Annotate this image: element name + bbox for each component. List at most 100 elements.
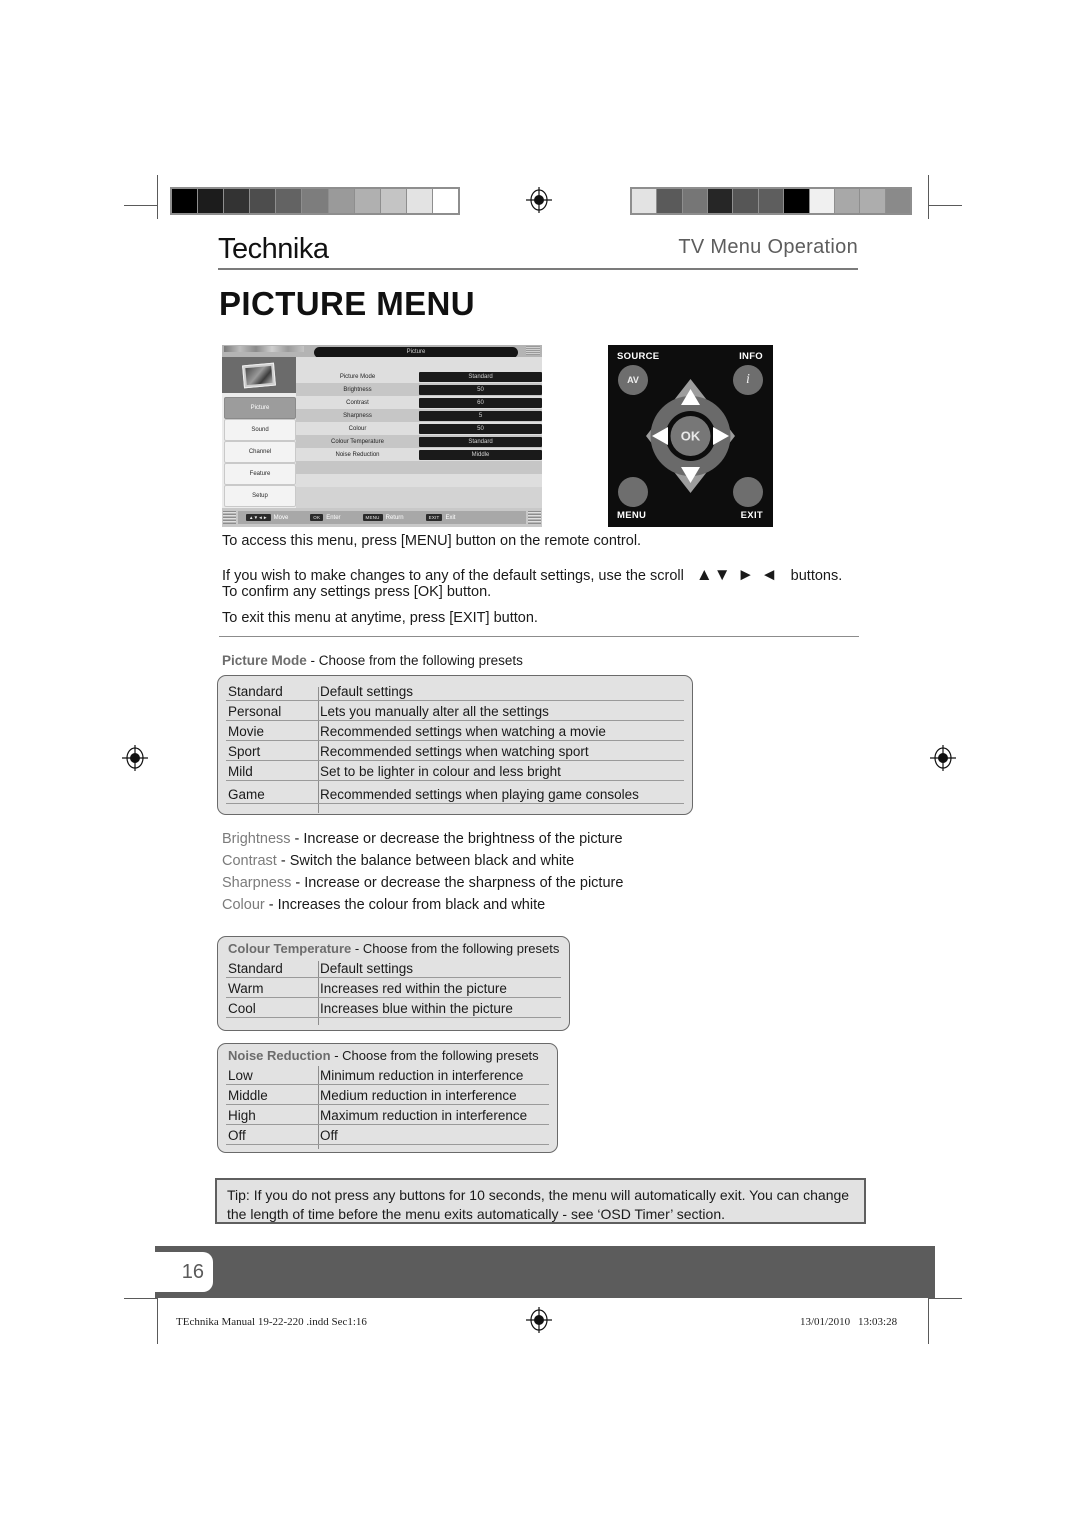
table-cell-name: Game [228, 786, 265, 802]
definition-sharpness: Sharpness - Increase or decrease the sha… [222, 875, 623, 891]
osd-hint-row: ▲▼◄► Move OK Enter MENU Return EXIT Exit [238, 511, 526, 524]
definition-term: Contrast [222, 853, 277, 869]
calibration-swatch-1 [198, 189, 224, 213]
osd-hint-return: MENU Return [362, 514, 404, 521]
table-row: Off Off [218, 1125, 557, 1145]
registration-mark-left [122, 745, 148, 771]
definition-term: Sharpness [222, 875, 292, 891]
osd-top-bar: Picture [222, 345, 542, 358]
tv-osd-screenshot: Picture Picture Sound Channel Feature Se… [222, 345, 542, 527]
osd-setting-row[interactable]: Picture Mode Standard [296, 370, 542, 383]
calibration-swatch-4 [733, 189, 758, 213]
osd-hint-label: Return [385, 514, 404, 521]
footer-filename: TEchnika Manual 19-22-220 .indd Sec1:16 [176, 1316, 367, 1328]
calibration-swatch-8 [834, 189, 860, 213]
osd-setting-label: Sharpness [343, 412, 372, 419]
noise-reduction-caption: Noise Reduction - Choose from the follow… [218, 1044, 557, 1065]
definition-desc: - Increases the colour from black and wh… [264, 897, 546, 913]
osd-hint-enter: OK Enter [310, 514, 341, 521]
osd-setting-row[interactable]: Sharpness 5 [296, 409, 542, 422]
osd-picture-thumbnail [222, 357, 296, 393]
osd-settings-list: Picture Mode Standard Brightness 50 Cont… [296, 357, 542, 508]
osd-sidebar-item-channel[interactable]: Channel [224, 441, 296, 463]
table-cell-desc: Maximum reduction in interference [320, 1107, 528, 1123]
osd-row-spacer [296, 357, 542, 370]
osd-sidebar-item-feature[interactable]: Feature [224, 463, 296, 485]
osd-sidebar-item-setup[interactable]: Setup [224, 485, 296, 507]
definition-brightness: Brightness - Increase or decrease the br… [222, 831, 623, 847]
definition-term: Colour [222, 897, 265, 913]
calibration-swatch-2 [682, 189, 708, 213]
exit-key-icon: EXIT [425, 514, 443, 521]
osd-setting-value[interactable]: Standard [419, 436, 542, 447]
osd-setting-row[interactable]: Contrast 60 [296, 396, 542, 409]
table-cell-name: Standard [228, 960, 283, 976]
osd-setting-value[interactable]: 5 [419, 410, 542, 421]
colour-temperature-table: Colour Temperature - Choose from the fol… [217, 936, 570, 1031]
osd-corner-texture [526, 346, 540, 355]
remote-dpad[interactable]: OK [638, 371, 743, 501]
remote-menu-label: MENU [617, 510, 647, 521]
intro-line-1: To access this menu, press [MENU] button… [222, 533, 642, 549]
section-title: TV Menu Operation [678, 236, 858, 258]
osd-setting-value[interactable]: 50 [419, 423, 542, 434]
calibration-swatch-0 [172, 189, 198, 213]
osd-grid-left-texture [223, 511, 236, 524]
table-cell-name: Mild [228, 763, 253, 779]
osd-hint-exit: EXIT Exit [425, 514, 455, 521]
arrows-icon: ▲▼◄► [246, 514, 271, 521]
calibration-swatch-1 [657, 189, 682, 213]
remote-control-diagram: SOURCE INFO MENU EXIT AV i OK [608, 345, 773, 527]
page-title: PICTURE MENU [219, 285, 475, 322]
osd-sidebar-item-sound[interactable]: Sound [224, 419, 296, 441]
osd-setting-value[interactable]: Middle [419, 449, 542, 460]
osd-hint-label: Enter [326, 514, 341, 521]
calibration-swatch-9 [406, 189, 432, 213]
osd-hint-bar: ▲▼◄► Move OK Enter MENU Return EXIT Exit [222, 508, 542, 527]
table-cell-name: Low [228, 1067, 253, 1083]
osd-grid-right-texture [528, 511, 541, 524]
table-cell-desc: Lets you manually alter all the settings [320, 703, 549, 719]
crop-line-vert-left-bottom [157, 1298, 158, 1344]
table-cell-desc: Recommended settings when watching a mov… [320, 723, 606, 739]
osd-hint-label: Move [273, 514, 289, 521]
table-row: Low Minimum reduction in interference [218, 1065, 557, 1085]
definition-colour: Colour - Increases the colour from black… [222, 897, 545, 913]
calibration-swatch-2 [224, 189, 250, 213]
calibration-swatch-3 [708, 189, 733, 213]
osd-setting-value[interactable]: 50 [419, 384, 542, 395]
osd-setting-value[interactable]: 60 [419, 397, 542, 408]
picture-mode-caption: Picture Mode - Choose from the following… [222, 653, 523, 668]
osd-setting-row[interactable]: Brightness 50 [296, 383, 542, 396]
osd-setting-label: Noise Reduction [335, 451, 380, 458]
ok-key-icon: OK [310, 514, 324, 521]
calibration-swatch-10 [432, 189, 459, 213]
remote-source-label: SOURCE [617, 351, 660, 362]
osd-sidebar-item-picture[interactable]: Picture [224, 397, 296, 419]
crop-line-bottom-right [928, 1298, 962, 1299]
table-row: Mild Set to be lighter in colour and les… [218, 761, 692, 781]
osd-setting-row[interactable]: Noise Reduction Middle [296, 448, 542, 461]
registration-mark-top-center [526, 187, 552, 213]
table-cell-desc: Increases red within the picture [320, 980, 507, 996]
definition-contrast: Contrast - Switch the balance between bl… [222, 853, 574, 869]
calibration-swatch-8 [380, 189, 406, 213]
intro-line-4: To exit this menu at anytime, press [EXI… [222, 610, 538, 626]
osd-setting-label: Colour Temperature [331, 438, 384, 445]
noise-reduction-caption-rest: - Choose from the following presets [330, 1048, 539, 1063]
definition-desc: - Increase or decrease the brightness of… [290, 831, 623, 847]
crop-line-bottom-left [124, 1298, 158, 1299]
osd-setting-row[interactable]: Colour Temperature Standard [296, 435, 542, 448]
page-number: 16 [155, 1252, 213, 1292]
osd-setting-label: Picture Mode [339, 373, 376, 380]
table-row: Cool Increases blue within the picture [218, 998, 569, 1018]
table-cell-desc: Recommended settings when watching sport [320, 743, 589, 759]
osd-sidebar: Picture Sound Channel Feature Setup [222, 357, 296, 508]
colour-temperature-caption: Colour Temperature - Choose from the fol… [218, 937, 569, 958]
osd-setting-row[interactable]: Colour 50 [296, 422, 542, 435]
brand-logo: Technika [218, 233, 329, 265]
picture-mode-caption-term: Picture Mode [222, 653, 307, 668]
calibration-swatch-9 [860, 189, 885, 213]
osd-setting-value[interactable]: Standard [419, 371, 542, 382]
table-cell-name: Off [228, 1127, 246, 1143]
